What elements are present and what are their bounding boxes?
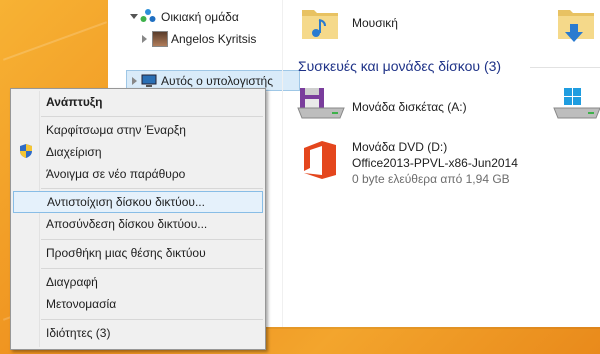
menu-item-open-new-window[interactable]: Άνοιγμα σε νέο παράθυρο (13, 163, 263, 185)
menu-item-manage[interactable]: Διαχείριση (13, 141, 263, 163)
homegroup-expand-arrow[interactable] (130, 14, 138, 19)
menu-item-delete[interactable]: Διαγραφή (13, 271, 263, 293)
menu-separator (41, 188, 263, 189)
menu-separator (41, 319, 263, 320)
floppy-drive-label[interactable]: Μονάδα δισκέτας (A:) (352, 100, 467, 114)
office-logo-icon[interactable] (302, 140, 338, 180)
menu-separator (41, 268, 263, 269)
music-folder-label[interactable]: Μουσική (352, 16, 398, 30)
menu-item-expand[interactable]: Ανάπτυξη (13, 91, 263, 113)
menu-item-disconnect-network-drive[interactable]: Αποσύνδεση δίσκου δικτύου... (13, 213, 263, 235)
user-avatar-icon (152, 31, 168, 47)
user-expand-arrow[interactable] (142, 35, 147, 43)
nav-item-homegroup[interactable]: Οικιακή ομάδα (161, 7, 239, 27)
computer-icon (141, 74, 157, 87)
music-folder-icon[interactable] (300, 2, 340, 42)
homegroup-icon (140, 9, 156, 22)
floppy-drive-icon[interactable] (296, 84, 346, 124)
windows-drive-icon[interactable] (552, 84, 600, 124)
menu-separator (41, 239, 263, 240)
this-pc-expand-arrow[interactable] (132, 77, 137, 85)
dvd-volume-label: Office2013-PPVL-x86-Jun2014 (352, 156, 518, 170)
downloads-folder-icon[interactable] (556, 2, 596, 46)
dvd-free-space: 0 byte ελεύθερα από 1,94 GB (352, 172, 510, 186)
menu-item-add-network-location[interactable]: Προσθήκη μιας θέσης δικτύου (13, 242, 263, 264)
devices-group-header[interactable]: Συσκευές και μονάδες δίσκου (3) (298, 58, 501, 74)
nav-item-user[interactable]: Angelos Kyritsis (171, 29, 256, 49)
menu-item-rename[interactable]: Μετονομασία (13, 293, 263, 315)
group-header-divider (530, 67, 600, 68)
menu-item-map-network-drive[interactable]: Αντιστοίχιση δίσκου δικτύου... (13, 191, 263, 213)
context-menu: Ανάπτυξη Καρφίτσωμα στην Έναρξη Διαχείρι… (10, 88, 266, 350)
menu-item-pin-start[interactable]: Καρφίτσωμα στην Έναρξη (13, 119, 263, 141)
dvd-drive-label[interactable]: Μονάδα DVD (D:) (352, 140, 447, 154)
menu-separator (41, 116, 263, 117)
menu-item-properties[interactable]: Ιδιότητες (3) (13, 322, 263, 344)
